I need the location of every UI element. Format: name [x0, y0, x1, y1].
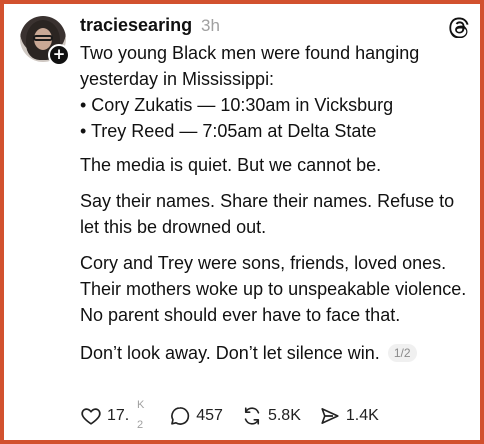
- post-time: 3h: [201, 16, 220, 35]
- comment-icon: [171, 407, 190, 425]
- share-button[interactable]: 1.4K: [319, 405, 379, 427]
- repost-count: 5.8K: [267, 407, 301, 424]
- comment-button[interactable]: 457: [169, 405, 223, 427]
- bullet-item: • Cory Zukatis — 10:30am in Vicksburg: [80, 95, 394, 115]
- like-count: 17. K 2: [107, 399, 144, 431]
- post-body: Two young Black men were found hanging y…: [80, 40, 476, 366]
- follow-plus-icon[interactable]: +: [48, 44, 70, 66]
- avatar[interactable]: +: [20, 16, 70, 66]
- repost-icon: [244, 407, 260, 425]
- send-icon: [321, 408, 339, 424]
- heart-icon: [81, 408, 101, 425]
- bullet-item: • Trey Reed — 7:05am at Delta State: [80, 121, 377, 141]
- like-count-subscript: 2: [137, 419, 144, 431]
- post-paragraph: The media is quiet. But we cannot be.: [80, 155, 382, 175]
- repost-button[interactable]: 5.8K: [241, 405, 301, 427]
- threads-icon[interactable]: [449, 16, 471, 38]
- page-indicator[interactable]: 1/2: [387, 344, 417, 362]
- username[interactable]: traciesearing: [80, 15, 192, 36]
- action-bar: 17. K 2 457 5.8K 1.4K: [80, 399, 397, 431]
- like-count-superscript: K: [137, 399, 145, 411]
- like-count-value: 17.: [107, 407, 130, 424]
- share-count: 1.4K: [345, 407, 379, 424]
- post-paragraph: Cory and Trey were sons, friends, loved …: [80, 253, 467, 325]
- post-paragraph: Don’t look away. Don’t let silence win.: [80, 343, 380, 363]
- post-intro: Two young Black men were found hanging y…: [80, 43, 420, 89]
- like-button[interactable]: 17. K 2: [80, 399, 144, 431]
- post-card: + traciesearing 3h Two young Black men w…: [0, 0, 484, 444]
- post-paragraph: Say their names. Share their names. Refu…: [80, 191, 455, 237]
- comment-count: 457: [196, 407, 223, 424]
